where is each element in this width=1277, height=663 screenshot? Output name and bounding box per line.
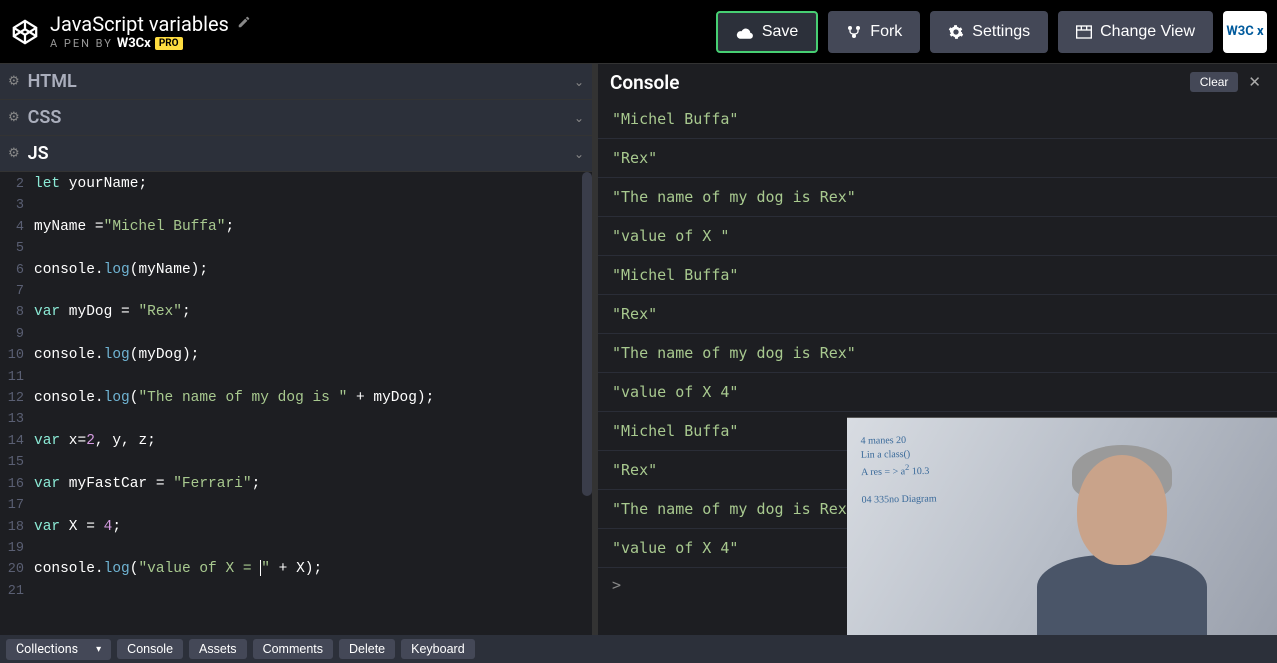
- footer-console-button[interactable]: Console: [117, 639, 183, 659]
- edit-title-icon[interactable]: [237, 15, 251, 33]
- console-line: "Rex": [598, 139, 1277, 178]
- save-label: Save: [762, 23, 798, 41]
- pen-author: A PEN BY W3Cx PRO: [50, 36, 716, 51]
- console-header: Console Clear ✕: [598, 64, 1277, 100]
- author-link[interactable]: W3Cx: [117, 36, 151, 51]
- gear-icon: [948, 24, 964, 40]
- console-line: "Michel Buffa": [598, 256, 1277, 295]
- gear-icon[interactable]: ⚙: [8, 74, 20, 89]
- code-content[interactable]: let yourName; myName ="Michel Buffa"; co…: [30, 172, 592, 635]
- console-title: Console: [610, 71, 1190, 94]
- chevron-down-icon[interactable]: ⌄: [574, 111, 584, 125]
- js-panel-header[interactable]: ⚙ JS ⌄: [0, 136, 592, 172]
- profile-avatar[interactable]: W3C x: [1223, 11, 1267, 53]
- gear-icon[interactable]: ⚙: [8, 146, 20, 161]
- console-line: "value of X 4": [598, 373, 1277, 412]
- scrollbar-vertical[interactable]: [582, 172, 592, 496]
- footer-comments-button[interactable]: Comments: [253, 639, 333, 659]
- codepen-logo-icon[interactable]: [10, 17, 40, 47]
- html-panel-title: HTML: [28, 71, 574, 92]
- change-view-button[interactable]: Change View: [1058, 11, 1213, 53]
- gear-icon[interactable]: ⚙: [8, 110, 20, 125]
- header-actions: Save Fork Settings Change View W3C x: [716, 11, 1267, 53]
- console-line: "Rex": [598, 295, 1277, 334]
- line-gutter: 23456789101112131415161718192021: [0, 172, 30, 635]
- console-line: "The name of my dog is Rex": [598, 178, 1277, 217]
- subtitle-prefix: A PEN BY: [50, 37, 113, 50]
- settings-label: Settings: [972, 23, 1030, 41]
- footer-bar: Collections Console Assets Comments Dele…: [0, 635, 1277, 663]
- css-panel-title: CSS: [28, 107, 574, 128]
- clear-button[interactable]: Clear: [1190, 72, 1239, 92]
- cloud-icon: [736, 25, 754, 39]
- person-figure: [1037, 435, 1207, 635]
- settings-button[interactable]: Settings: [930, 11, 1048, 53]
- webcam-overlay: 4 manes 20Lin a class()A res = > a2 10.3…: [847, 417, 1277, 635]
- change-view-label: Change View: [1100, 23, 1195, 41]
- editor-column: ⚙ HTML ⌄ ⚙ CSS ⌄ ⚙ JS ⌄ 2345678910111213…: [0, 64, 598, 635]
- collections-dropdown[interactable]: Collections: [6, 639, 111, 660]
- layout-icon: [1076, 25, 1092, 39]
- footer-keyboard-button[interactable]: Keyboard: [401, 639, 475, 659]
- fork-button[interactable]: Fork: [828, 11, 920, 53]
- w3c-text: W3C x: [1226, 25, 1263, 38]
- pen-title[interactable]: JavaScript variables: [50, 12, 229, 36]
- chevron-down-icon[interactable]: ⌄: [574, 75, 584, 89]
- js-panel-title: JS: [28, 143, 574, 164]
- css-panel-header[interactable]: ⚙ CSS ⌄: [0, 100, 592, 136]
- console-line: "The name of my dog is Rex": [598, 334, 1277, 373]
- pro-badge: PRO: [155, 37, 183, 50]
- title-area: JavaScript variables A PEN BY W3Cx PRO: [50, 12, 716, 51]
- chevron-down-icon[interactable]: ⌄: [574, 147, 584, 161]
- footer-delete-button[interactable]: Delete: [339, 639, 395, 659]
- fork-label: Fork: [870, 23, 902, 41]
- console-line: "Michel Buffa": [598, 100, 1277, 139]
- console-line: "value of X ": [598, 217, 1277, 256]
- close-icon[interactable]: ✕: [1244, 73, 1265, 91]
- fork-icon: [846, 24, 862, 40]
- js-editor[interactable]: 23456789101112131415161718192021 let you…: [0, 172, 592, 635]
- app-header: JavaScript variables A PEN BY W3Cx PRO S…: [0, 0, 1277, 64]
- whiteboard: 4 manes 20Lin a class()A res = > a2 10.3…: [860, 431, 1063, 614]
- collections-label: Collections: [16, 642, 78, 657]
- footer-assets-button[interactable]: Assets: [189, 639, 247, 659]
- html-panel-header[interactable]: ⚙ HTML ⌄: [0, 64, 592, 100]
- save-button[interactable]: Save: [716, 11, 818, 53]
